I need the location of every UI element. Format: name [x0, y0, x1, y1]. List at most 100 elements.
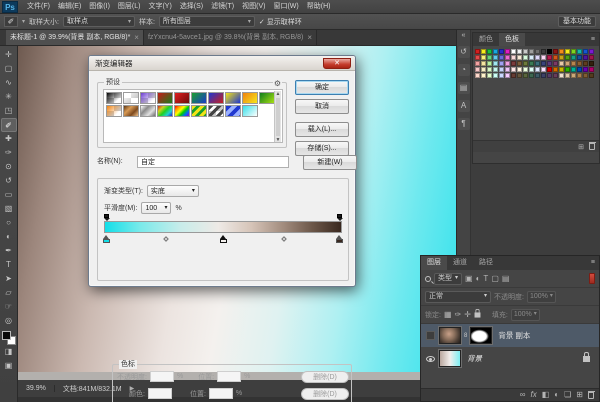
color-swatch[interactable]: [475, 55, 480, 60]
color-swatch[interactable]: [475, 73, 480, 78]
adjustments-panel-icon[interactable]: ◔: [458, 64, 470, 76]
color-swatch[interactable]: [529, 73, 534, 78]
gradient-preset[interactable]: [123, 92, 139, 104]
eyedropper-tool[interactable]: ✐: [1, 118, 17, 132]
blend-mode-select[interactable]: 正常▾: [425, 291, 491, 303]
color-swatch[interactable]: [547, 55, 552, 60]
color-swatch[interactable]: [571, 61, 576, 66]
color-swatch[interactable]: [511, 49, 516, 54]
color-swatch[interactable]: [565, 61, 570, 66]
color-swatch[interactable]: [517, 61, 522, 66]
gradient-preset[interactable]: [191, 105, 207, 117]
color-swatch[interactable]: [499, 67, 504, 72]
color-swatch[interactable]: [493, 67, 498, 72]
screen-mode-icon[interactable]: ▣: [1, 359, 17, 373]
color-swatch[interactable]: [559, 49, 564, 54]
color-swatch[interactable]: [541, 55, 546, 60]
eye-icon[interactable]: [426, 356, 435, 362]
color-swatch[interactable]: [547, 61, 552, 66]
color-swatch[interactable]: [499, 73, 504, 78]
color-swatch[interactable]: [583, 73, 588, 78]
opacity-stop-right[interactable]: [337, 214, 342, 221]
quick-mask-icon[interactable]: ◨: [1, 345, 17, 359]
color-swatch[interactable]: [493, 61, 498, 66]
color-swatch[interactable]: [529, 61, 534, 66]
color-swatch[interactable]: [535, 55, 540, 60]
filter-pixel-layers-icon[interactable]: ▣: [465, 273, 473, 285]
color-swatch[interactable]: [541, 67, 546, 72]
foreground-color-swatch[interactable]: [2, 331, 11, 340]
layer-thumbnail[interactable]: [439, 327, 461, 344]
color-swatch[interactable]: [523, 55, 528, 60]
new-swatch-icon[interactable]: ⊞: [578, 143, 584, 151]
visibility-toggle[interactable]: [424, 331, 436, 340]
menu-item[interactable]: 窗口(W): [269, 0, 302, 13]
show-sampling-ring-checkbox[interactable]: ✓显示取样环: [259, 17, 302, 27]
color-stop-middle[interactable]: [220, 235, 227, 243]
tab-layers[interactable]: 图层: [421, 256, 447, 270]
dialog-title-bar[interactable]: 渐变编辑器: [89, 56, 355, 71]
color-swatch[interactable]: [583, 49, 588, 54]
gradient-preset[interactable]: [191, 92, 207, 104]
color-swatch[interactable]: [577, 73, 582, 78]
eyedropper-tool-icon[interactable]: ✐: [4, 16, 18, 27]
gradient-tool[interactable]: ▧: [1, 202, 17, 216]
close-icon[interactable]: ×: [307, 31, 312, 45]
opacity-stop-left[interactable]: [104, 214, 109, 221]
scroll-down-icon[interactable]: ▼: [275, 137, 281, 143]
link-layers-icon[interactable]: ∞: [520, 389, 526, 401]
color-swatch[interactable]: [535, 73, 540, 78]
filter-toggle-icon[interactable]: [589, 273, 595, 284]
document-tab-jpg[interactable]: fzYxcnu4-5avce1.jpg @ 39.8%(背景 副本, RGB/8…: [144, 30, 317, 45]
color-swatch[interactable]: [589, 61, 594, 66]
layer-row-background-copy[interactable]: 8 背景 副本: [421, 324, 599, 347]
new-group-icon[interactable]: ❏: [564, 389, 571, 401]
color-swatch[interactable]: [553, 61, 558, 66]
gradient-name-input[interactable]: 自定: [137, 156, 289, 168]
menu-item[interactable]: 图像(I): [85, 0, 114, 13]
menu-item[interactable]: 编辑(E): [54, 0, 85, 13]
lasso-tool[interactable]: ∿: [1, 76, 17, 90]
color-swatch[interactable]: [571, 73, 576, 78]
lock-pixels-icon[interactable]: ✑: [455, 309, 462, 321]
color-swatch[interactable]: [571, 67, 576, 72]
styles-panel-icon[interactable]: ▤: [458, 82, 470, 94]
color-swatch[interactable]: [505, 49, 510, 54]
opacity-field[interactable]: 100%▾: [527, 291, 556, 303]
gradient-preset[interactable]: [123, 105, 139, 117]
gradient-preset[interactable]: [208, 92, 224, 104]
filter-shape-layers-icon[interactable]: ▢: [491, 273, 499, 285]
color-swatch[interactable]: [547, 73, 552, 78]
gradient-preset[interactable]: [208, 105, 224, 117]
color-stop-right[interactable]: [336, 235, 343, 243]
panel-menu-icon[interactable]: ≡: [587, 256, 599, 270]
layer-mask-thumbnail[interactable]: [470, 327, 492, 344]
color-swatch[interactable]: [535, 67, 540, 72]
color-swatch[interactable]: [499, 49, 504, 54]
color-swatch[interactable]: [505, 73, 510, 78]
layer-row-background[interactable]: 背景: [421, 347, 599, 370]
menu-item[interactable]: 视图(V): [238, 0, 269, 13]
lock-all-icon[interactable]: [474, 312, 480, 317]
layer-style-icon[interactable]: fx: [530, 389, 536, 401]
sample-select[interactable]: 所有图层▾: [159, 16, 255, 27]
color-swatch[interactable]: [577, 55, 582, 60]
collapse-dock-icon[interactable]: «: [458, 32, 470, 40]
color-swatch[interactable]: [481, 55, 486, 60]
color-swatch[interactable]: [589, 73, 594, 78]
color-swatch[interactable]: [523, 73, 528, 78]
fill-field[interactable]: 100%▾: [511, 309, 540, 321]
color-swatch[interactable]: [511, 73, 516, 78]
load-button[interactable]: 载入(L)...: [295, 122, 349, 137]
sample-size-select[interactable]: 取样点▾: [63, 16, 135, 27]
midpoint-diamond[interactable]: [163, 236, 169, 242]
color-swatch[interactable]: [487, 55, 492, 60]
stop-opacity-input[interactable]: [150, 371, 174, 382]
paragraph-panel-icon[interactable]: ¶: [458, 118, 470, 130]
color-swatch[interactable]: [565, 67, 570, 72]
tab-paths[interactable]: 路径: [473, 256, 499, 270]
rectangular-marquee-tool[interactable]: ▢: [1, 62, 17, 76]
gradient-preset[interactable]: [174, 92, 190, 104]
color-swatch[interactable]: [571, 55, 576, 60]
color-swatch[interactable]: [493, 55, 498, 60]
